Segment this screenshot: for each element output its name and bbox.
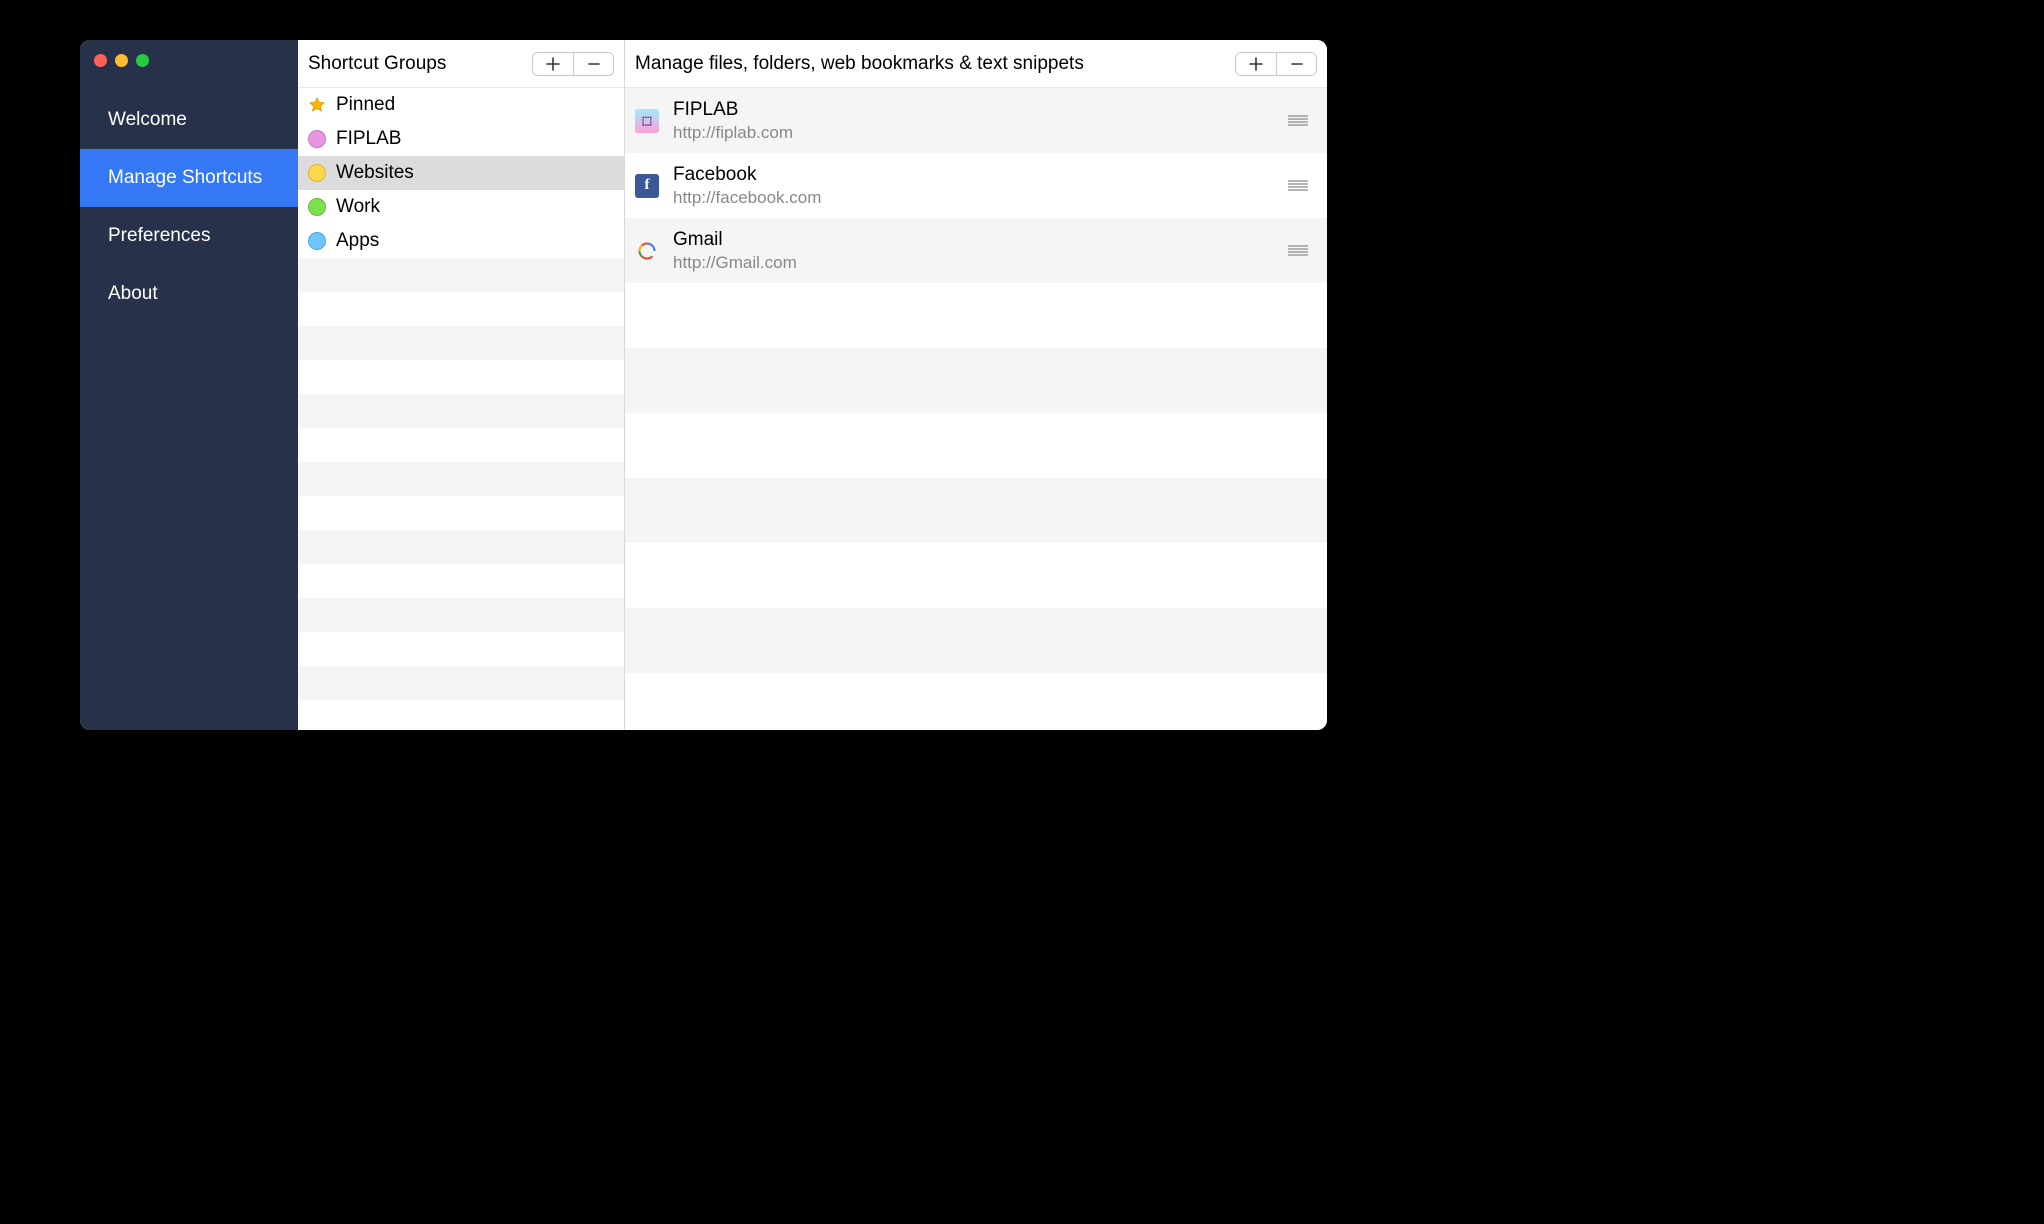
close-window-button[interactable] <box>94 54 107 67</box>
minus-icon <box>1290 57 1304 71</box>
groups-column: Shortcut Groups Pinned FIPLAB We <box>298 40 625 730</box>
color-dot-icon <box>308 164 326 182</box>
empty-row <box>298 564 624 598</box>
empty-row <box>298 462 624 496</box>
group-row-work[interactable]: Work <box>298 190 624 224</box>
sidebar-item-welcome[interactable]: Welcome <box>80 91 298 149</box>
empty-row <box>298 326 624 360</box>
empty-row <box>298 496 624 530</box>
sidebar: Welcome Manage Shortcuts Preferences Abo… <box>80 40 298 730</box>
plus-icon <box>1249 57 1263 71</box>
reorder-handle-icon[interactable] <box>1287 179 1309 193</box>
shortcut-url: http://fiplab.com <box>673 123 1287 143</box>
add-shortcut-button[interactable] <box>1236 53 1276 75</box>
empty-row <box>625 348 1327 413</box>
minus-icon <box>587 57 601 71</box>
shortcuts-header: Manage files, folders, web bookmarks & t… <box>625 40 1327 88</box>
empty-row <box>298 530 624 564</box>
empty-row <box>298 632 624 666</box>
shortcut-text: Gmail http://Gmail.com <box>673 229 1287 273</box>
favicon-fiplab: ⬚ <box>635 109 659 133</box>
groups-header: Shortcut Groups <box>298 40 624 88</box>
shortcut-title: Facebook <box>673 164 1287 186</box>
sidebar-nav: Welcome Manage Shortcuts Preferences Abo… <box>80 73 298 323</box>
color-dot-icon <box>308 198 326 216</box>
shortcut-text: Facebook http://facebook.com <box>673 164 1287 208</box>
empty-row <box>298 700 624 730</box>
zoom-window-button[interactable] <box>136 54 149 67</box>
empty-row <box>298 394 624 428</box>
minimize-window-button[interactable] <box>115 54 128 67</box>
traffic-lights <box>80 40 298 73</box>
group-row-fiplab[interactable]: FIPLAB <box>298 122 624 156</box>
shortcut-url: http://facebook.com <box>673 188 1287 208</box>
group-label: Websites <box>336 162 414 184</box>
star-icon <box>308 96 326 114</box>
group-label: Apps <box>336 230 379 252</box>
remove-shortcut-button[interactable] <box>1276 53 1316 75</box>
sidebar-item-preferences[interactable]: Preferences <box>80 207 298 265</box>
empty-row <box>298 428 624 462</box>
shortcuts-column: Manage files, folders, web bookmarks & t… <box>625 40 1327 730</box>
plus-icon <box>546 57 560 71</box>
empty-row <box>625 478 1327 543</box>
empty-row <box>298 360 624 394</box>
empty-row <box>298 666 624 700</box>
group-row-websites[interactable]: Websites <box>298 156 624 190</box>
shortcut-row[interactable]: Gmail http://Gmail.com <box>625 218 1327 283</box>
empty-row <box>298 292 624 326</box>
app-window: Welcome Manage Shortcuts Preferences Abo… <box>80 40 1327 730</box>
group-row-apps[interactable]: Apps <box>298 224 624 258</box>
shortcut-title: Gmail <box>673 229 1287 251</box>
groups-add-remove <box>532 52 614 76</box>
group-list: Pinned FIPLAB Websites Work Apps <box>298 88 624 730</box>
group-label: Pinned <box>336 94 395 116</box>
sidebar-item-manage-shortcuts[interactable]: Manage Shortcuts <box>80 149 298 207</box>
shortcuts-add-remove <box>1235 52 1317 76</box>
group-label: Work <box>336 196 380 218</box>
add-group-button[interactable] <box>533 53 573 75</box>
group-label: FIPLAB <box>336 128 401 150</box>
shortcuts-title: Manage files, folders, web bookmarks & t… <box>635 53 1084 75</box>
shortcut-text: FIPLAB http://fiplab.com <box>673 99 1287 143</box>
color-dot-icon <box>308 232 326 250</box>
sidebar-item-about[interactable]: About <box>80 265 298 323</box>
group-row-pinned[interactable]: Pinned <box>298 88 624 122</box>
color-dot-icon <box>308 130 326 148</box>
shortcut-title: FIPLAB <box>673 99 1287 121</box>
empty-row <box>625 608 1327 673</box>
empty-row <box>625 673 1327 730</box>
remove-group-button[interactable] <box>573 53 613 75</box>
favicon-facebook: f <box>635 174 659 198</box>
shortcut-row[interactable]: f Facebook http://facebook.com <box>625 153 1327 218</box>
groups-title: Shortcut Groups <box>308 53 446 75</box>
shortcut-url: http://Gmail.com <box>673 253 1287 273</box>
empty-row <box>298 258 624 292</box>
shortcut-list: ⬚ FIPLAB http://fiplab.com f Facebook ht… <box>625 88 1327 730</box>
empty-row <box>298 598 624 632</box>
shortcut-row[interactable]: ⬚ FIPLAB http://fiplab.com <box>625 88 1327 153</box>
empty-row <box>625 283 1327 348</box>
empty-row <box>625 543 1327 608</box>
empty-row <box>625 413 1327 478</box>
reorder-handle-icon[interactable] <box>1287 244 1309 258</box>
reorder-handle-icon[interactable] <box>1287 114 1309 128</box>
favicon-gmail <box>635 239 659 263</box>
